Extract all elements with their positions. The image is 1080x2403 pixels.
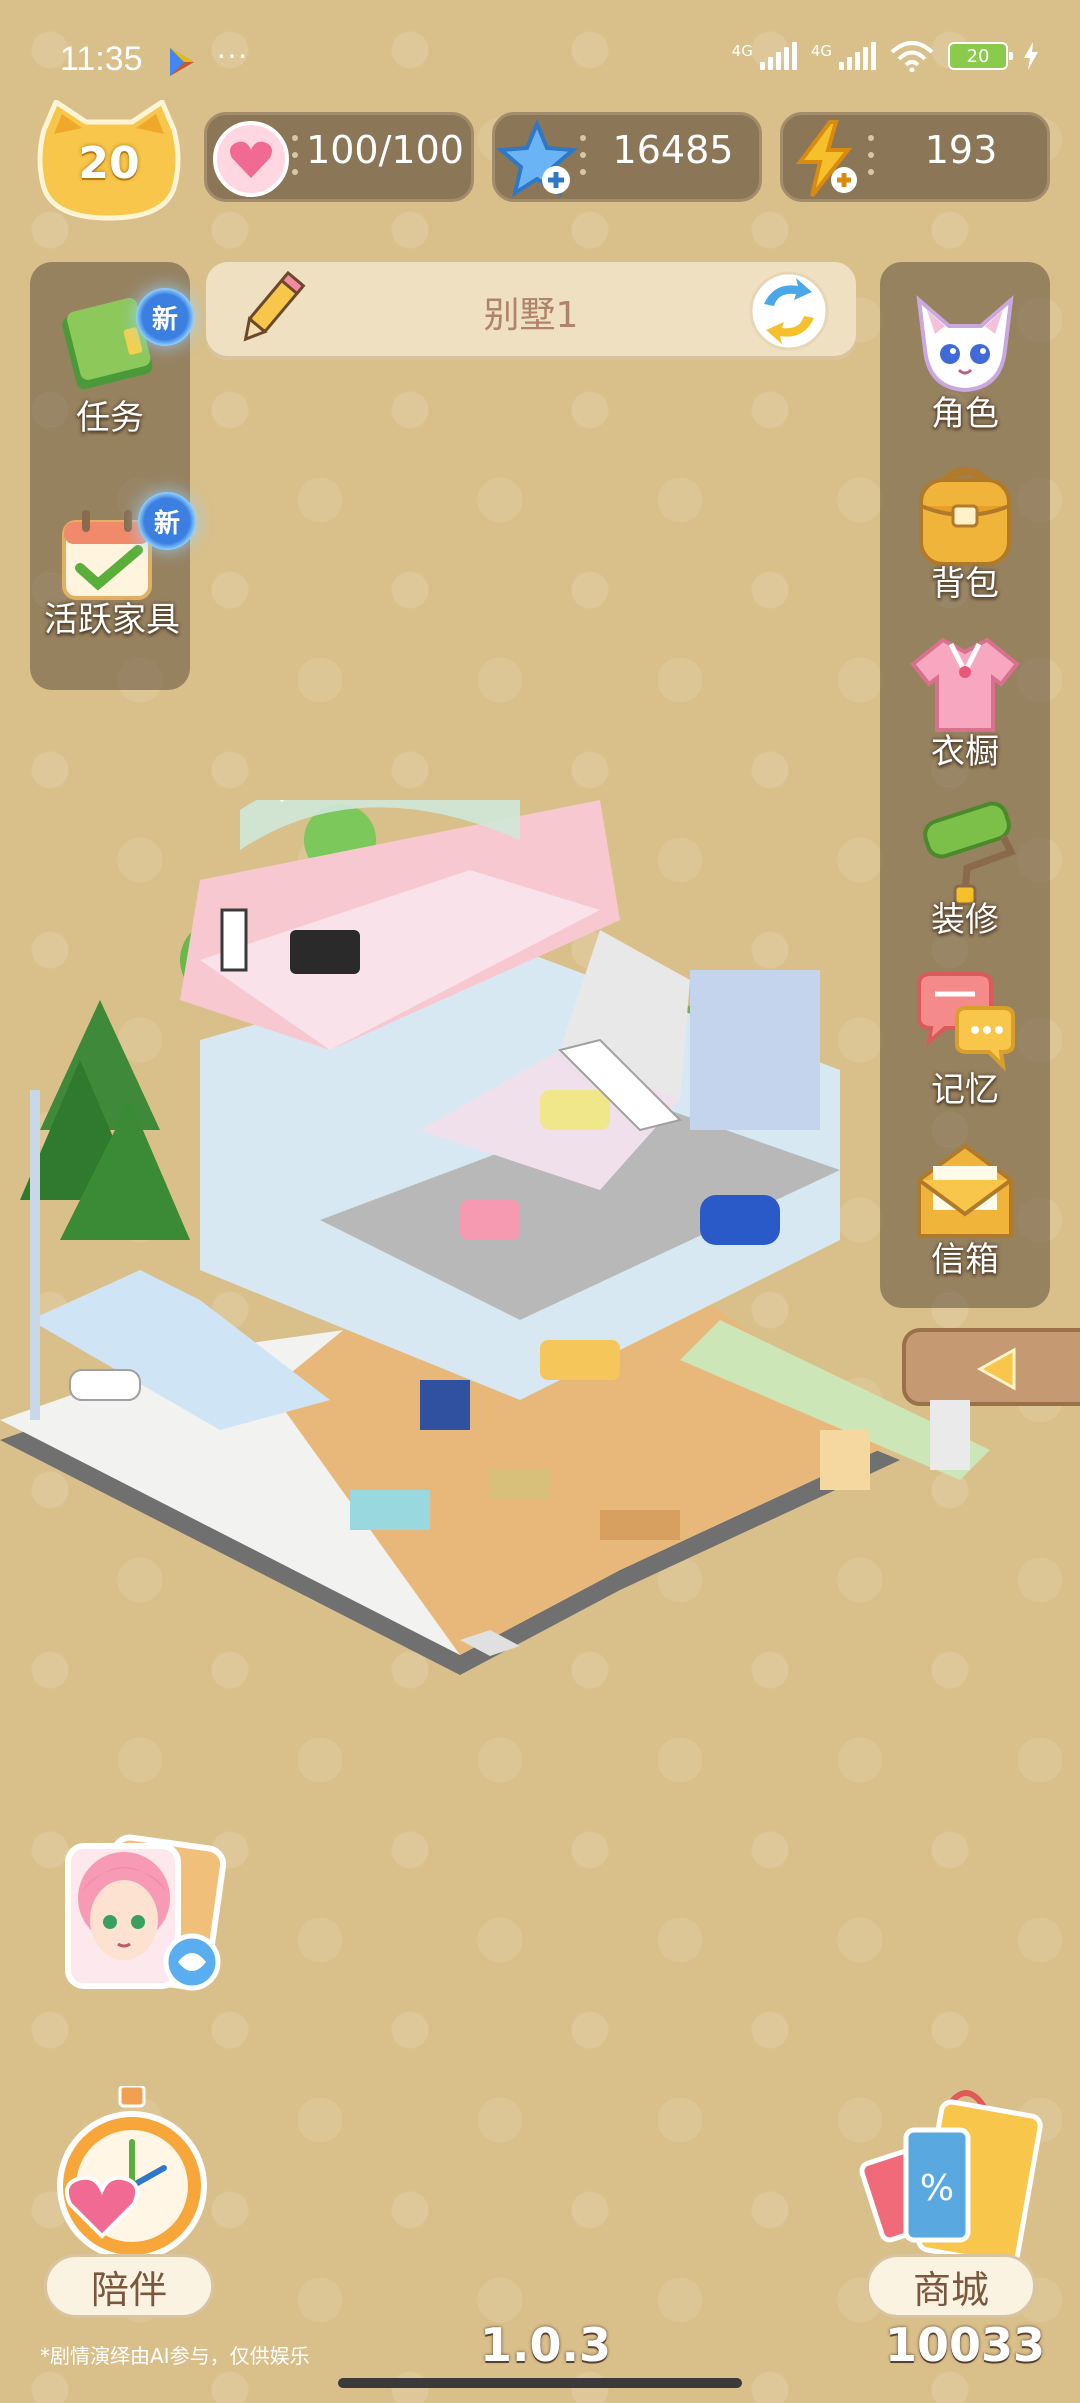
swap-icon[interactable]	[746, 268, 832, 354]
status-indicators: 4G 4G 20	[732, 40, 1040, 72]
fox-character-icon	[916, 295, 1014, 393]
play-store-icon	[170, 48, 194, 76]
stopwatch-heart-icon[interactable]	[42, 2086, 222, 2266]
tasks-new-badge: 新	[136, 288, 194, 346]
ai-disclaimer: *剧情演绎由AI参与，仅供娱乐	[40, 2344, 310, 2368]
tree-left-icon	[20, 1000, 190, 1240]
lightning-plus-icon[interactable]	[784, 118, 866, 200]
house-scene[interactable]	[0, 800, 1000, 1700]
hearts-value: 100/100	[306, 128, 464, 172]
charging-icon	[1024, 42, 1038, 70]
backpack-label: 背包	[931, 564, 999, 604]
backpack-button[interactable]: 背包	[890, 460, 1040, 605]
active-furniture-label: 活跃家具	[44, 600, 180, 640]
user-id: 10033	[884, 2318, 1046, 2372]
cellular-signal-icon: 4G	[732, 42, 797, 70]
wardrobe-button[interactable]: 衣橱	[890, 628, 1040, 773]
status-more: ···	[216, 36, 248, 72]
battery-icon: 20	[948, 42, 1013, 70]
star-plus-icon[interactable]	[496, 118, 578, 200]
app-version: 1.0.3	[480, 2318, 611, 2372]
stars-value: 16485	[612, 128, 734, 172]
companion-button[interactable]: 陪伴	[44, 2254, 214, 2318]
character-button[interactable]: 角色	[890, 290, 1040, 435]
shirt-icon	[910, 637, 1020, 732]
tasks-button[interactable]: 新 任务	[40, 280, 194, 440]
cellular-signal-icon: 4G	[811, 42, 876, 70]
pill-divider	[580, 130, 586, 180]
battery-level: 20	[966, 45, 990, 67]
wardrobe-label: 衣橱	[931, 732, 999, 772]
signal-label: 4G	[810, 42, 832, 60]
wifi-icon	[890, 41, 934, 72]
companion-character-card[interactable]	[58, 1832, 226, 2000]
backpack-icon	[919, 467, 1011, 566]
active-furniture-button[interactable]: 新 活跃家具	[32, 478, 196, 648]
character-label: 角色	[931, 394, 999, 434]
pill-divider	[292, 130, 298, 180]
tasks-label: 任务	[76, 398, 144, 438]
home-indicator[interactable]	[338, 2378, 742, 2388]
active-furniture-new-badge: 新	[138, 492, 196, 550]
energy-value: 193	[924, 128, 998, 172]
signal-label: 4G	[731, 42, 753, 60]
pill-divider	[868, 130, 874, 180]
status-time: 11:35	[60, 40, 143, 78]
heart-icon	[213, 121, 289, 197]
shop-button[interactable]: 商城	[866, 2254, 1036, 2318]
player-level: 20	[78, 138, 140, 189]
shopping-bags-icon[interactable]: %	[850, 2080, 1050, 2270]
svg-text:%: %	[920, 2168, 954, 2209]
